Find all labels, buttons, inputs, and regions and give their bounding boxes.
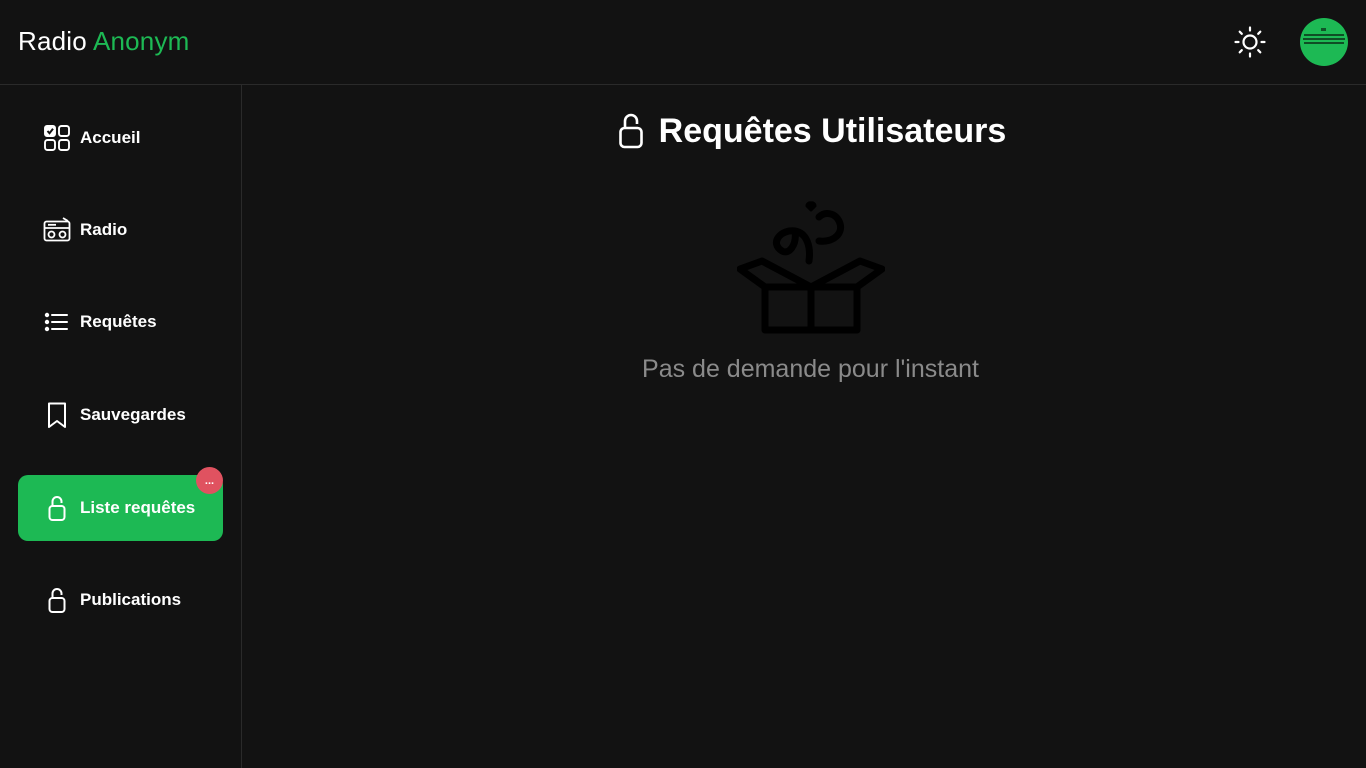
sidebar-item-label: Requêtes — [80, 312, 157, 331]
sidebar-item-label: Accueil — [80, 128, 141, 147]
sidebar-item-requetes[interactable]: Requêtes — [18, 289, 223, 355]
radio-icon — [43, 216, 71, 244]
lock-icon — [618, 113, 643, 149]
bookmark-icon — [43, 401, 71, 429]
lock-icon — [43, 586, 71, 614]
gift-box-icon — [736, 201, 886, 334]
sidebar-item-label: Publications — [80, 590, 182, 609]
sidebar-item-label: Radio — [80, 220, 128, 239]
notification-badge: ... — [196, 467, 223, 494]
page-header: Requêtes Utilisateurs — [243, 109, 1366, 153]
main-content: Requêtes Utilisateurs Pas de demande pou… — [243, 85, 1366, 768]
user-avatar[interactable] — [1300, 18, 1348, 66]
sun-icon — [1234, 26, 1266, 58]
avatar-image — [1303, 28, 1345, 44]
sidebar: Accueil Radio Requêtes Sauvegardes Liste… — [0, 85, 242, 768]
sidebar-item-sauvegardes[interactable]: Sauvegardes — [18, 382, 223, 448]
sidebar-item-liste-requetes[interactable]: Liste requêtes ... — [18, 467, 223, 541]
brand-text: Radio — [18, 26, 87, 56]
sidebar-item-accueil[interactable]: Accueil — [18, 105, 223, 171]
lock-icon — [43, 494, 71, 522]
sidebar-item-publications[interactable]: Publications — [18, 567, 223, 633]
top-bar: Radio Anonym — [0, 0, 1366, 85]
app-brand[interactable]: Radio Anonym — [18, 26, 190, 56]
empty-state — [736, 193, 886, 337]
sidebar-item-label: Liste requêtes — [80, 498, 196, 517]
dashboard-icon — [43, 124, 71, 152]
theme-toggle-button[interactable] — [1230, 22, 1270, 62]
list-icon — [43, 308, 71, 336]
sidebar-item-label: Sauvegardes — [80, 405, 186, 424]
empty-state-message: Pas de demande pour l'instant — [642, 355, 979, 383]
sidebar-item-radio[interactable]: Radio — [18, 197, 223, 263]
page-title: Requêtes Utilisateurs — [658, 112, 1007, 150]
brand-accent-text: Anonym — [92, 26, 190, 56]
